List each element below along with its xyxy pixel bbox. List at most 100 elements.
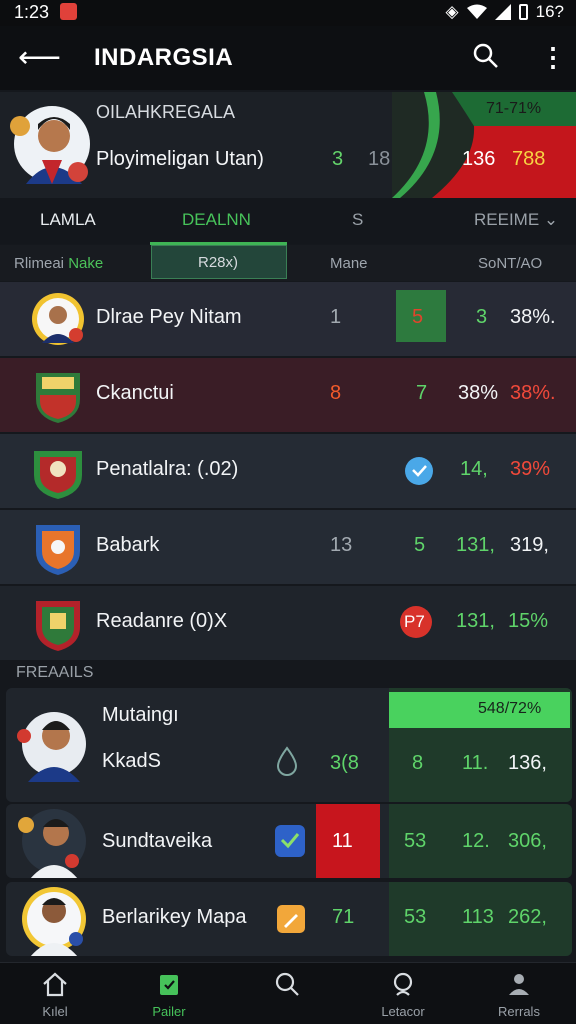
card-name: Berlarikey Mapa [102,906,247,928]
nav-players[interactable]: Pailer [124,971,214,1019]
row-name: Ckanctui [96,382,174,404]
tab-2-active[interactable]: DEALNN [182,210,251,230]
status-icons: ◈ 16? [446,2,564,22]
row-value-b: 5 [412,306,424,328]
battery-label: 16? [535,2,564,21]
player-card[interactable]: Sundtaveika 11 53 12. 306, [6,804,572,878]
club-crest-icon [36,373,80,423]
battery-icon [518,4,528,20]
page-title: INDARGSIA [94,44,234,71]
row-value-b: P7 [404,612,425,631]
column-2-header-pill[interactable]: R28x) [151,245,287,279]
search-icon [275,972,299,996]
card-value-c: 11. [462,752,489,774]
notification-icon [60,3,77,20]
bottom-navigation: Kılel Pailer Letacor Rerrals [0,962,576,1024]
player-card[interactable]: Berlarikey Mapa 71 53 113 262, [6,882,572,956]
more-options-icon[interactable]: ⋮ [540,42,566,73]
player-badge-icon [32,293,84,345]
signal-icon [494,4,511,20]
hero-stat-a: 3 [332,148,344,170]
tab-3[interactable]: S [352,210,363,230]
row-value-d: 15% [508,610,549,632]
twitter-bird-icon[interactable] [404,456,434,486]
card-value-c: 113 [462,906,494,928]
nav-players-label: Pailer [152,1004,186,1019]
back-arrow-icon[interactable]: ⟵ [18,40,61,75]
table-row[interactable]: Readanre (0)X P7 131, 15% [0,586,576,660]
status-bar: 1:23 ◈ 16? [0,0,576,26]
card-value-d: 306, [508,830,547,852]
drop-icon [276,746,298,776]
hero-player-name: Ployimeligan Utan) [96,148,264,170]
nav-home[interactable]: Kılel [10,971,100,1019]
table-row[interactable]: Babark 13 5 131, 319, [0,510,576,584]
row-value-c: 131, [456,610,495,632]
card-value-d: 262, [508,906,547,928]
search-icon[interactable] [472,42,500,70]
row-name: Readanre (0)X [96,610,228,632]
row-value-d: 38%. [510,306,556,328]
row-value-c: 3 [476,306,488,328]
nav-locator[interactable]: Letacor [358,971,448,1019]
hero-team-name: OILAHKREGALA [96,102,236,122]
table-row[interactable]: Penatlalra: (.02) 14, 39% [0,434,576,508]
nav-referrals[interactable]: Rerrals [474,971,564,1019]
row-name: Penatlalra: (.02) [96,458,239,480]
card-name: Sundtaveika [102,830,213,852]
card-value-a: 71 [332,906,355,928]
shield-check-icon [275,825,305,857]
tab-1[interactable]: LAMLA [40,210,96,230]
column-1-header[interactable]: Rlimeai Nake [14,255,103,272]
nav-locator-label: Letacor [381,1004,425,1019]
player-avatar [17,712,86,782]
row-value-d: 39% [510,458,551,480]
section-title: FREAAILS [16,664,94,681]
table-row[interactable]: Dlrae Pey Nitam 1 5 3 38%. [0,282,576,356]
table-row[interactable]: Ckanctui 8 7 38% 38%. [0,358,576,432]
club-crest-icon [36,601,80,651]
row-value-b: 7 [416,382,428,404]
column-3-header[interactable]: Mane [330,255,368,272]
player-avatar [10,106,90,184]
row-value-c: 131, [456,534,495,556]
tab-4-dropdown[interactable]: REEIME ⌄ [474,210,558,230]
tab-bar: LAMLA DEALNN S REEIME ⌄ [0,198,576,244]
pencil-icon[interactable] [276,904,306,934]
card-value-d: 136, [508,752,547,774]
card-value-b: 53 [404,906,427,928]
card-box-value: 11 [332,830,353,852]
card-subtitle: Mutaingı [102,704,179,726]
card-rate: 548/72% [478,700,542,717]
row-value-a: 1 [330,306,342,328]
location-icon [393,972,413,996]
row-value-c: 14, [460,458,488,480]
row-value-c: 38% [458,382,499,404]
column-1-accent: Nake [68,255,104,272]
column-1-label: Rlimeai [14,255,65,272]
wifi-icon [466,4,487,19]
column-header: Rlimeai Nake R28x) Mane SoNT/AO [0,245,576,281]
row-name: Dlrae Pey Nitam [96,306,242,328]
column-4-header[interactable]: SoNT/AO [478,255,542,272]
row-name: Babark [96,534,160,556]
hero-score-a: 136 [462,148,496,170]
hero-rate: 71-71% [486,100,542,117]
player-card[interactable]: Mutaingı KkadS 3(8 548/72% 8 11. 136, [6,688,572,802]
card-value-b: 8 [412,752,424,774]
card-value-b: 53 [404,830,427,852]
status-time: 1:23 [14,2,50,22]
hero-score-b: 788 [512,148,546,170]
row-value-b: 5 [414,534,426,556]
card-value-c: 12. [462,830,490,852]
card-name: KkadS [102,750,161,772]
featured-player-card[interactable]: OILAHKREGALA Ployimeligan Utan) 3 18 71-… [0,92,576,198]
vibrate-icon: ◈ [445,2,459,21]
nav-home-label: Kılel [42,1004,68,1019]
nav-referrals-label: Rerrals [498,1004,540,1019]
row-value-a: 13 [330,534,353,556]
hero-stat-b: 18 [368,148,391,170]
nav-search[interactable] [242,971,332,1004]
player-avatar [18,809,86,878]
club-crest-icon [34,451,82,499]
